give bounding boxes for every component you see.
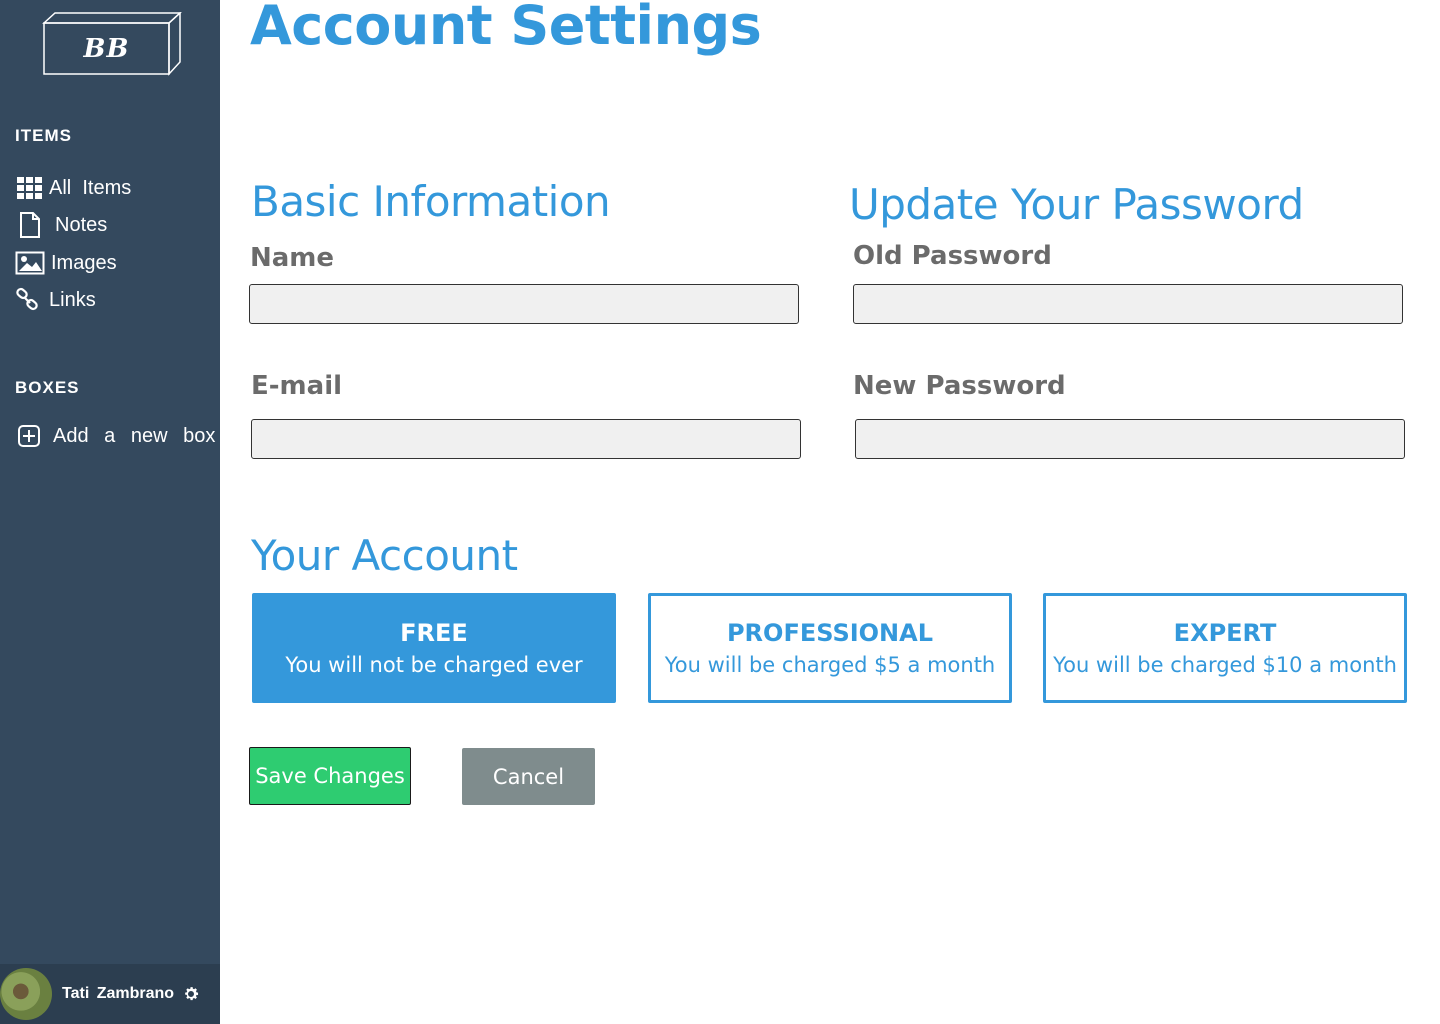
plan-expert[interactable]: EXPERT You will be charged $10 a month bbox=[1043, 593, 1407, 703]
items-section-title: ITEMS bbox=[15, 126, 72, 145]
plan-name: PROFESSIONAL bbox=[726, 619, 934, 647]
sidebar: BB ITEMS All Items Notes Images Links BO… bbox=[0, 0, 220, 1024]
add-box-button[interactable]: Add a new box bbox=[15, 421, 215, 451]
basic-info-heading: Basic Information bbox=[251, 177, 611, 226]
sidebar-item-label: All Items bbox=[49, 176, 132, 199]
logo-text: BB bbox=[83, 33, 130, 64]
save-changes-button[interactable]: Save Changes bbox=[249, 747, 411, 805]
image-icon bbox=[15, 248, 45, 278]
plan-description: You will be charged $10 a month bbox=[1053, 653, 1397, 677]
plus-square-icon bbox=[15, 421, 43, 451]
sidebar-item-label: Links bbox=[49, 288, 96, 311]
boxes-section-title: BOXES bbox=[15, 378, 80, 397]
plan-professional[interactable]: PROFESSIONAL You will be charged $5 a mo… bbox=[648, 593, 1012, 703]
plan-description: You will be charged $5 a month bbox=[664, 653, 996, 677]
password-heading: Update Your Password bbox=[849, 180, 1304, 229]
grid-icon bbox=[15, 173, 45, 203]
link-icon bbox=[15, 285, 41, 315]
name-input[interactable] bbox=[249, 284, 799, 324]
sidebar-item-label: Images bbox=[51, 251, 117, 274]
sidebar-item-label: Notes bbox=[55, 213, 108, 236]
logo[interactable]: BB bbox=[42, 11, 182, 78]
plan-free[interactable]: FREE You will not be charged ever bbox=[252, 593, 616, 703]
page-title: Account Settings bbox=[250, 0, 762, 57]
email-label: E-mail bbox=[251, 371, 343, 401]
your-account-heading: Your Account bbox=[251, 531, 518, 580]
gear-icon[interactable] bbox=[182, 985, 200, 1003]
plan-name: FREE bbox=[400, 619, 468, 647]
old-password-label: Old Password bbox=[853, 241, 1052, 271]
sidebar-item-links[interactable]: Links bbox=[15, 285, 96, 315]
sidebar-item-all-items[interactable]: All Items bbox=[15, 173, 131, 203]
avatar[interactable] bbox=[0, 968, 52, 1020]
file-icon bbox=[15, 210, 45, 240]
user-name: Tati Zambrano bbox=[62, 985, 175, 1002]
add-box-label: Add a new box bbox=[53, 424, 216, 447]
new-password-label: New Password bbox=[853, 371, 1066, 401]
user-bar: Tati Zambrano bbox=[0, 964, 220, 1024]
plan-name: EXPERT bbox=[1173, 619, 1277, 647]
cancel-button[interactable]: Cancel bbox=[462, 748, 595, 805]
plan-description: You will not be charged ever bbox=[285, 653, 583, 677]
sidebar-item-images[interactable]: Images bbox=[15, 248, 117, 278]
email-input[interactable] bbox=[251, 419, 801, 459]
sidebar-item-notes[interactable]: Notes bbox=[15, 210, 107, 240]
name-label: Name bbox=[250, 243, 335, 273]
new-password-input[interactable] bbox=[855, 419, 1405, 459]
old-password-input[interactable] bbox=[853, 284, 1403, 324]
